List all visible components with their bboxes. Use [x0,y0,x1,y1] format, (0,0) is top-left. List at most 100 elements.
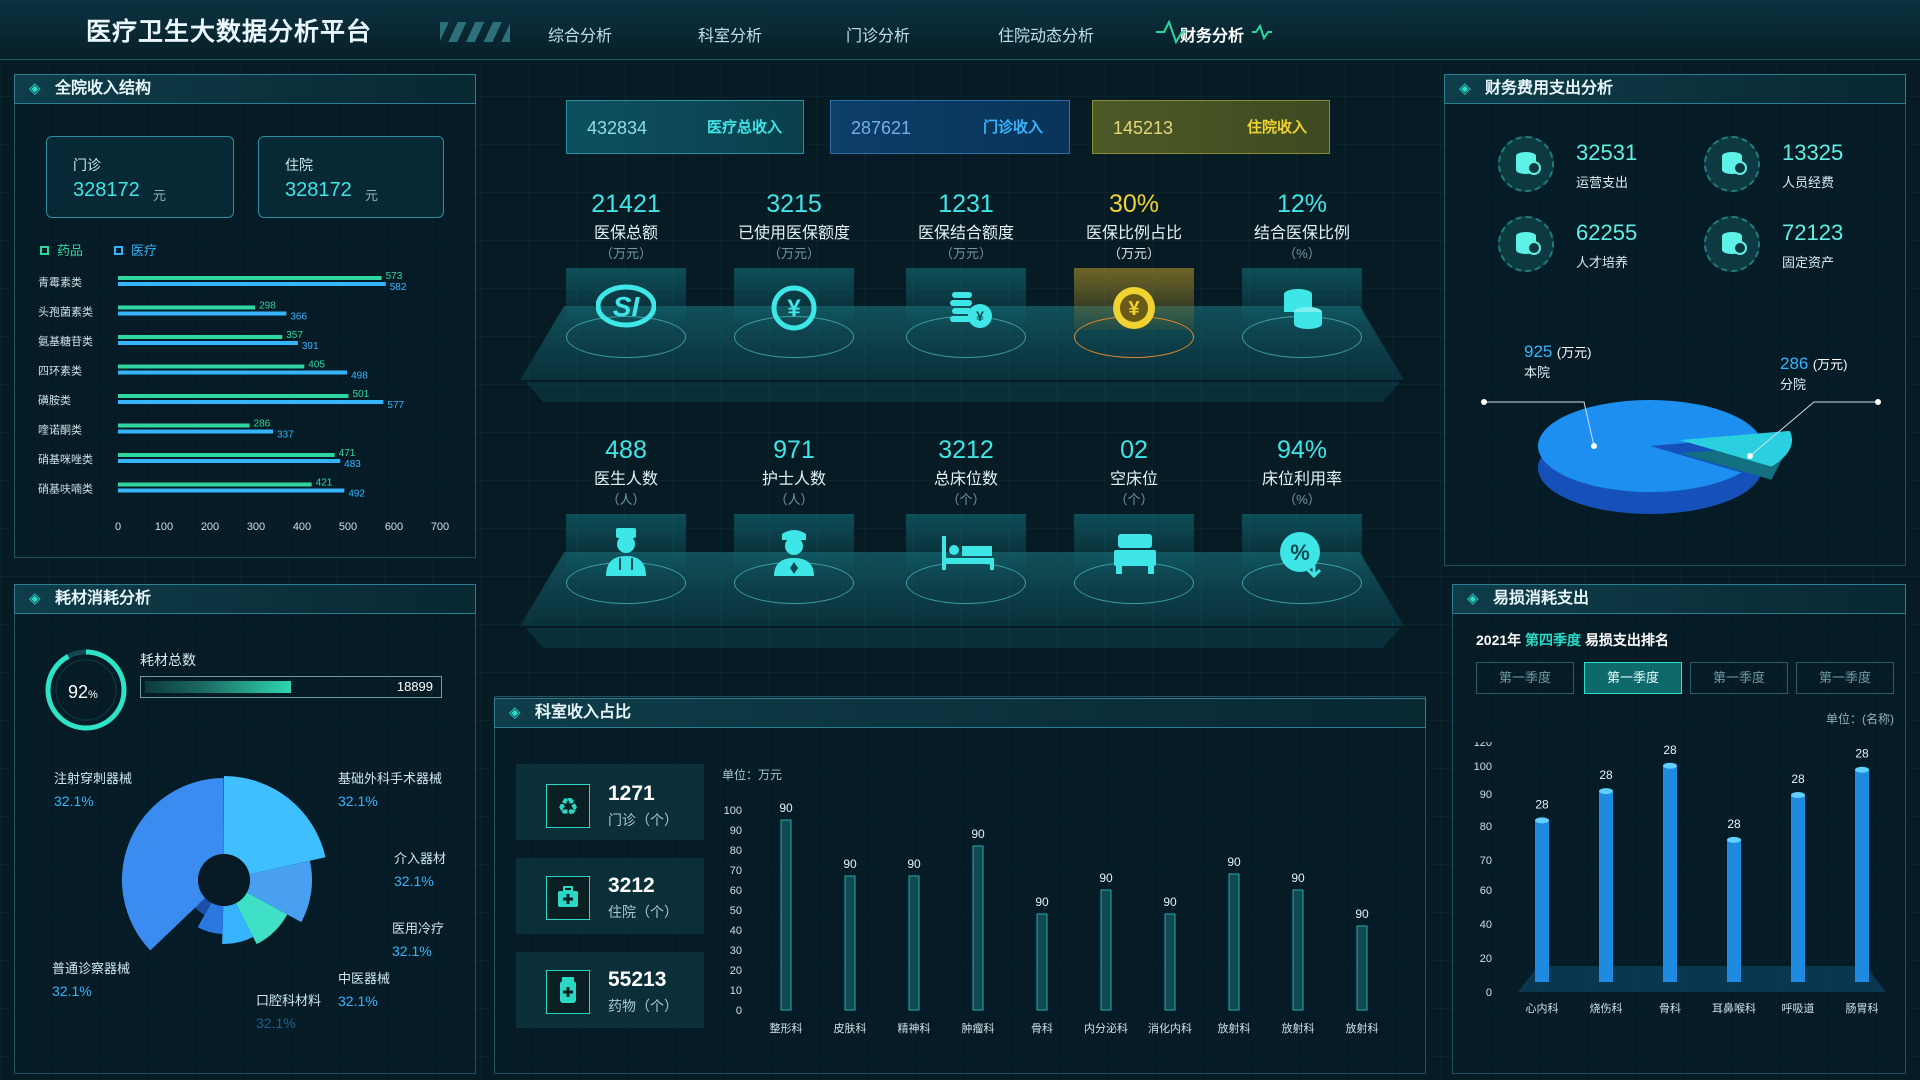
value-label: 90 [907,857,921,871]
stat-value: 488 [605,436,647,464]
nav-outpatient[interactable]: 门诊分析 [846,22,910,46]
x-tick-label: 600 [385,521,403,533]
card-unit: 元 [153,188,167,203]
value-label: 471 [339,448,356,459]
slice-label-surgery: 基础外科手术器械 32.1% [338,768,442,809]
card-value: 328172 [73,179,140,201]
bar-drug [118,276,382,280]
percent-value: 92% [68,682,98,703]
quarter-tab-2[interactable]: 第一季度 [1584,662,1682,694]
dept-stat-value: 55213 [608,968,667,991]
y-tick-label: 40 [1480,919,1492,931]
y-tick-label: 0 [1486,987,1492,999]
category-label: 皮肤科 [834,1021,867,1035]
category-label: 青霉素类 [38,275,82,289]
bar [1663,765,1677,982]
value-label: 405 [308,360,325,371]
dept-chart-unit: 单位：万元 [722,768,783,782]
leader-dot [1747,453,1753,459]
dept-stat-label: 住院（个） [608,904,678,920]
expense-label: 人员经费 [1782,175,1835,190]
bar-medical [118,429,274,434]
stat-label: 医生人数 [593,471,658,488]
value-label: 366 [290,312,307,323]
bar-cap [1855,766,1869,773]
subtitle-rest: 易损支出排名 [1584,632,1669,648]
value-label: 28 [1663,743,1677,757]
y-tick-label: 120 [1474,742,1492,749]
slice-pct: 32.1% [256,1015,296,1031]
dept-stat-medicine: 55213 药物（个） [516,952,704,1028]
stat-label: 医保总额 [593,225,658,242]
bar-cap [1535,817,1549,824]
panel-title: 科室收入占比 [494,698,1426,728]
value-label: 582 [390,282,407,293]
bar [1292,889,1304,1011]
y-tick-label: 90 [1480,789,1492,801]
nav-department[interactable]: 科室分析 [698,22,762,46]
kpi-inpatient-income[interactable]: 145213 住院收入 [1092,100,1330,154]
stat-insurance-total: 21421 医保总额 （万元） [566,190,686,262]
bar-drug [118,482,312,487]
category-label: 心内科 [1526,1001,1559,1015]
stat-total-beds: 3212 总床位数 （个） [906,436,1026,508]
pie-b-value: 286 [1780,354,1809,373]
stat-unit: （人） [774,492,814,507]
nav-inpatient[interactable]: 住院动态分析 [998,22,1094,46]
subtitle-year: 2021年 [1476,632,1522,648]
stat-unit: （%） [1283,246,1321,261]
stat-unit: （万元） [939,246,992,261]
value-label: 391 [302,341,319,352]
leader-dot [1481,399,1487,405]
bar [1228,873,1240,1011]
bar-medical [118,282,386,286]
total-progress-fill [145,681,291,693]
dept-stat-label: 药物（个） [608,998,678,1014]
bar [1100,889,1112,1011]
stat-label: 空床位 [1109,471,1158,488]
slice-pct: 32.1% [338,993,378,1009]
category-label: 整形科 [770,1021,803,1035]
value-label: 573 [386,271,403,282]
kpi-total-income[interactable]: 432834 医疗总收入 [566,100,804,154]
stat-doctors: 488 医生人数 （人） [566,436,686,508]
slice-name: 口腔科材料 [256,993,322,1008]
value-label: 28 [1535,797,1549,811]
y-tick-label: 50 [730,905,742,917]
value-label: 421 [316,478,333,489]
kpi-outpatient-income[interactable]: 287621 门诊收入 [830,100,1070,154]
medicine-icon [546,970,590,1014]
database-icon [1498,216,1554,272]
category-label: 喹诺酮类 [38,423,82,437]
total-value: 18899 [396,679,433,694]
stat-insurance-ratio: 30% 医保比例占比 （万元） [1074,190,1194,262]
category-label: 骨科 [1659,1001,1681,1015]
slice-label-dental: 口腔科材料 32.1% [256,990,321,1031]
slice-pct: 32.1% [54,793,94,809]
stat-bed-utilization: 94% 床位利用率 （%） [1242,436,1362,508]
category-label: 放射科 [1218,1021,1251,1035]
stat-unit: （%） [1283,492,1321,507]
slice-name: 医用冷疗 [392,921,445,936]
quarter-tab-3[interactable]: 第一季度 [1690,662,1788,694]
kpi-value: 287621 [851,118,912,138]
category-label: 放射科 [1346,1021,1379,1035]
yen-icon: ¥ [771,285,817,331]
quarter-tab-4[interactable]: 第一季度 [1796,662,1894,694]
slice-name: 中医器械 [338,971,391,986]
quarter-tab-1[interactable]: 第一季度 [1476,662,1574,694]
percent-icon: % [1280,532,1322,578]
nav-comprehensive[interactable]: 综合分析 [548,22,612,46]
value-label: 492 [348,489,365,500]
bar-cap [1727,836,1741,843]
category-label: 内分泌科 [1084,1021,1128,1035]
y-tick-label: 100 [1474,761,1492,773]
y-tick-label: 60 [730,885,742,897]
y-tick-label: 60 [1480,885,1492,897]
category-label: 氨基糖苷类 [38,334,93,348]
category-label: 硝基呋喃类 [38,482,93,496]
value-label: 28 [1791,772,1805,786]
slice-name: 介入器材 [394,851,447,866]
si-icon: SI [596,284,656,328]
pie-label-main: 925 (万元) 本院 [1524,342,1592,381]
